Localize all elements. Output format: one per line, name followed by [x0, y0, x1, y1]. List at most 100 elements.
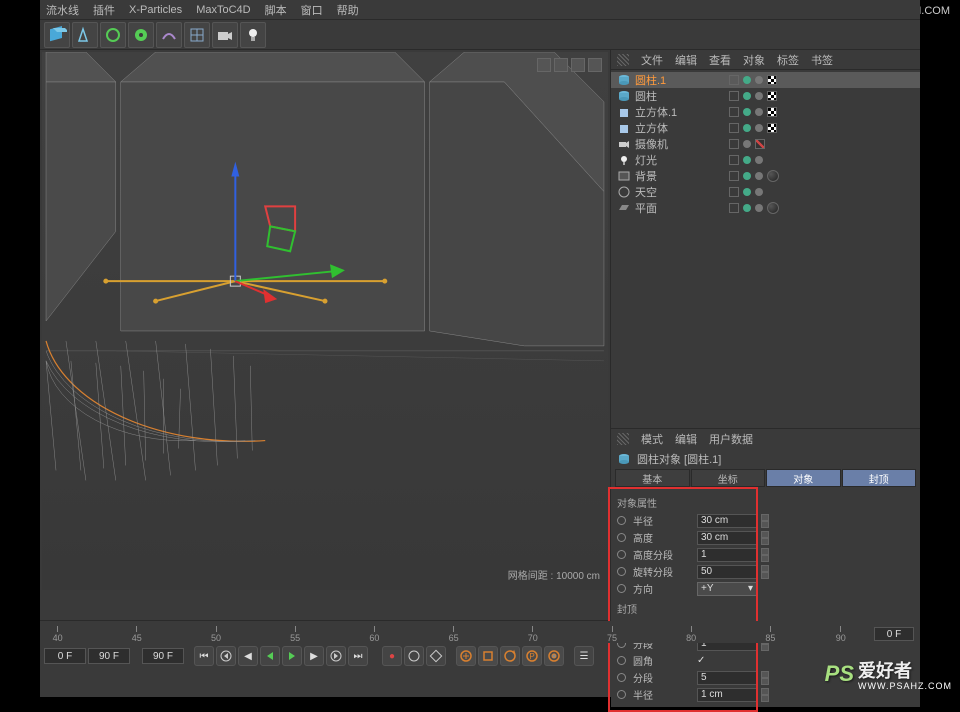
- objtab-edit[interactable]: 编辑: [675, 52, 697, 68]
- tree-row-cube1[interactable]: 立方体.1: [611, 104, 920, 120]
- watermark-bottom: PS 爱好者 WWW.PSAHZ.COM: [825, 657, 952, 691]
- tag-phong[interactable]: [767, 75, 777, 85]
- goto-start-button[interactable]: ⏮: [194, 646, 214, 666]
- tree-row-cylinder1[interactable]: 圆柱.1: [611, 72, 920, 88]
- end-frame-input[interactable]: 90 F: [142, 648, 184, 664]
- key-pla-button[interactable]: [544, 646, 564, 666]
- viewport-rotate-icon[interactable]: [571, 58, 585, 72]
- section-caps: 封顶: [617, 601, 914, 616]
- vis-editor-toggle[interactable]: [743, 76, 751, 84]
- objtab-tags[interactable]: 标签: [777, 52, 799, 68]
- prev-key-button[interactable]: [216, 646, 236, 666]
- tool-light[interactable]: [240, 22, 266, 48]
- attrtab-mode[interactable]: 模式: [641, 431, 663, 447]
- light-icon: [617, 153, 631, 167]
- vis-render-toggle[interactable]: [755, 76, 763, 84]
- panel-grip-icon[interactable]: [617, 54, 629, 66]
- cube-icon: [617, 121, 631, 135]
- input-fillet-radius[interactable]: 1 cm: [697, 688, 757, 702]
- panel-grip-icon[interactable]: [617, 433, 629, 445]
- menu-maxtoc4d[interactable]: MaxToC4D: [196, 4, 250, 16]
- menu-plugins[interactable]: 插件: [93, 2, 115, 18]
- viewport-zoom-icon[interactable]: [554, 58, 568, 72]
- autokey-button[interactable]: [404, 646, 424, 666]
- tool-nurbs[interactable]: [100, 22, 126, 48]
- objtab-objects[interactable]: 对象: [743, 52, 765, 68]
- timeline-ruler[interactable]: 40 45 50 55 60 65 70 75 80 85 90 0 F: [40, 621, 920, 643]
- objtab-file[interactable]: 文件: [641, 52, 663, 68]
- tree-row-light[interactable]: 灯光: [611, 152, 920, 168]
- timeline-end-field[interactable]: 0 F: [874, 627, 914, 641]
- viewport-grid-status: 网格间距 : 10000 cm: [508, 567, 600, 582]
- tag-material[interactable]: [767, 202, 779, 214]
- input-rot-seg[interactable]: 50: [697, 565, 757, 579]
- next-frame-button[interactable]: ▶: [304, 646, 324, 666]
- tick: 60: [369, 626, 379, 643]
- subtab-object[interactable]: 对象: [766, 469, 841, 487]
- next-key-button[interactable]: [326, 646, 346, 666]
- menu-pipeline[interactable]: 流水线: [46, 2, 79, 18]
- subtab-basic[interactable]: 基本: [615, 469, 690, 487]
- tag-material[interactable]: [767, 170, 779, 182]
- play-back-button[interactable]: [260, 646, 280, 666]
- objtab-view[interactable]: 查看: [709, 52, 731, 68]
- tree-label: 灯光: [635, 152, 725, 168]
- tree-row-background[interactable]: 背景: [611, 168, 920, 184]
- viewport-pan-icon[interactable]: [537, 58, 551, 72]
- tree-label: 立方体: [635, 120, 725, 136]
- menu-help[interactable]: 帮助: [337, 2, 359, 18]
- prev-frame-button[interactable]: ◀: [238, 646, 258, 666]
- objtab-bookmarks[interactable]: 书签: [811, 52, 833, 68]
- key-scale-button[interactable]: [478, 646, 498, 666]
- tool-pen[interactable]: [72, 22, 98, 48]
- layer-toggle[interactable]: [729, 75, 739, 85]
- plane-icon: [617, 201, 631, 215]
- key-param-button[interactable]: P: [522, 646, 542, 666]
- tool-generator[interactable]: [128, 22, 154, 48]
- input-height-seg[interactable]: 1: [697, 548, 757, 562]
- tree-row-cylinder[interactable]: 圆柱: [611, 88, 920, 104]
- input-height[interactable]: 30 cm: [697, 531, 757, 545]
- checkbox-fillet[interactable]: ✓: [697, 655, 705, 666]
- tool-deformer[interactable]: [156, 22, 182, 48]
- menu-script[interactable]: 脚本: [265, 2, 287, 18]
- subtab-coord[interactable]: 坐标: [691, 469, 766, 487]
- record-button[interactable]: ●: [382, 646, 402, 666]
- object-tree[interactable]: 圆柱.1 圆柱 立方体.1 立方体: [611, 70, 920, 218]
- tool-cube[interactable]: [44, 22, 70, 48]
- spinner[interactable]: [761, 514, 769, 528]
- subtab-caps[interactable]: 封顶: [842, 469, 917, 487]
- tick: 40: [53, 626, 63, 643]
- key-rot-button[interactable]: [500, 646, 520, 666]
- current-frame-input[interactable]: 90 F: [88, 648, 130, 664]
- viewport-maximize-icon[interactable]: [588, 58, 602, 72]
- menu-xparticles[interactable]: X-Particles: [129, 4, 182, 16]
- viewport[interactable]: 网格间距 : 10000 cm: [42, 52, 608, 590]
- dropdown-orientation[interactable]: +Y▾: [697, 582, 757, 596]
- attrtab-edit[interactable]: 编辑: [675, 431, 697, 447]
- tool-environment[interactable]: [184, 22, 210, 48]
- cylinder-icon: [617, 73, 631, 87]
- tree-row-camera[interactable]: 摄像机: [611, 136, 920, 152]
- tag-phong[interactable]: [767, 91, 777, 101]
- attr-subtabs: 基本 坐标 对象 封顶: [611, 469, 920, 487]
- tag-protection[interactable]: [755, 139, 765, 149]
- tag-phong[interactable]: [767, 123, 777, 133]
- key-pos-button[interactable]: [456, 646, 476, 666]
- tree-row-cube[interactable]: 立方体: [611, 120, 920, 136]
- input-radius[interactable]: 30 cm: [697, 514, 757, 528]
- menu-window[interactable]: 窗口: [301, 2, 323, 18]
- tree-row-plane[interactable]: 平面: [611, 200, 920, 216]
- toolbar: [40, 20, 920, 50]
- tree-row-sky[interactable]: 天空: [611, 184, 920, 200]
- keyframe-sel-button[interactable]: [426, 646, 446, 666]
- attrtab-userdata[interactable]: 用户数据: [709, 431, 753, 447]
- label-height-seg: 高度分段: [633, 547, 693, 562]
- start-frame-input[interactable]: 0 F: [44, 648, 86, 664]
- timeline-menu-button[interactable]: ☰: [574, 646, 594, 666]
- input-fillet-seg[interactable]: 5: [697, 671, 757, 685]
- tool-camera[interactable]: [212, 22, 238, 48]
- tag-phong[interactable]: [767, 107, 777, 117]
- play-button[interactable]: [282, 646, 302, 666]
- goto-end-button[interactable]: ⏭: [348, 646, 368, 666]
